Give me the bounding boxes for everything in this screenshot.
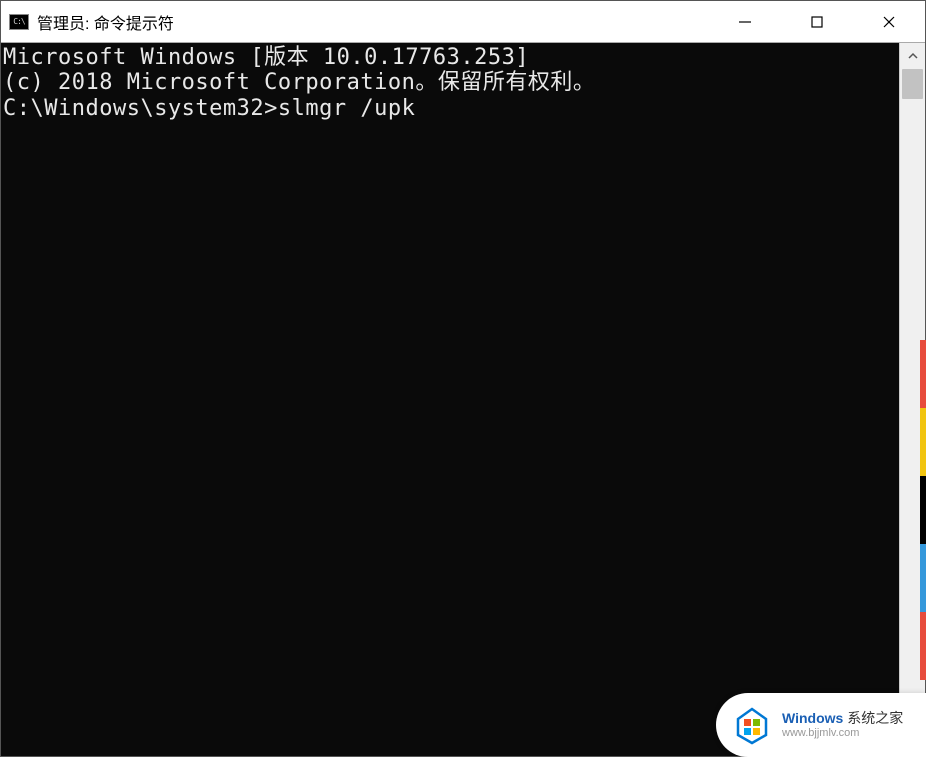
watermark-url: www.bjjmlv.com <box>782 727 903 740</box>
command-prompt-window: C:\ 管理员: 命令提示符 Microsoft Win <box>0 0 926 757</box>
maximize-button[interactable] <box>781 1 853 43</box>
window-controls <box>709 1 925 42</box>
watermark-text: Windows 系统之家 www.bjjmlv.com <box>782 710 903 740</box>
scroll-up-arrow[interactable] <box>900 43 925 69</box>
terminal-line: Microsoft Windows [版本 10.0.17763.253] <box>3 45 899 70</box>
content-area: Microsoft Windows [版本 10.0.17763.253](c)… <box>1 43 925 756</box>
maximize-icon <box>810 15 824 29</box>
titlebar[interactable]: C:\ 管理员: 命令提示符 <box>1 1 925 43</box>
minimize-button[interactable] <box>709 1 781 43</box>
watermark-brand: Windows 系统之家 <box>782 710 903 727</box>
watermark: Windows 系统之家 www.bjjmlv.com <box>716 693 926 757</box>
chevron-up-icon <box>908 51 918 61</box>
scrollbar-thumb[interactable] <box>902 69 923 99</box>
close-button[interactable] <box>853 1 925 43</box>
minimize-icon <box>738 15 752 29</box>
terminal-line: C:\Windows\system32>slmgr /upk <box>3 96 899 121</box>
app-icon: C:\ <box>9 14 29 30</box>
titlebar-left: C:\ 管理员: 命令提示符 <box>1 10 709 34</box>
close-icon <box>882 15 896 29</box>
watermark-logo-icon <box>732 705 772 745</box>
window-title: 管理员: 命令提示符 <box>37 10 174 34</box>
side-color-strip <box>920 340 926 680</box>
terminal-output[interactable]: Microsoft Windows [版本 10.0.17763.253](c)… <box>1 43 899 756</box>
terminal-line: (c) 2018 Microsoft Corporation。保留所有权利。 <box>3 70 899 95</box>
